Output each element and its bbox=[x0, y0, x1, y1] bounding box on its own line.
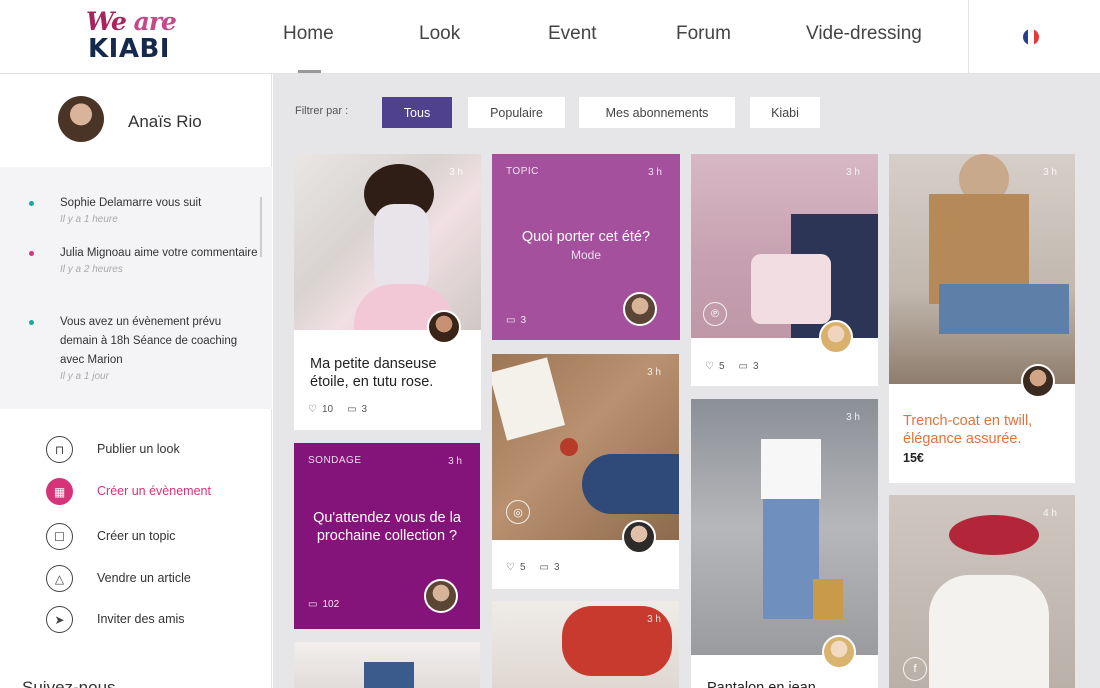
profile-block[interactable]: Anaïs Rio bbox=[0, 74, 272, 167]
look-card-jeans-bottom[interactable] bbox=[294, 642, 480, 688]
send-icon: ➤ bbox=[46, 606, 73, 633]
look-card-scarf[interactable]: 3 h bbox=[492, 601, 679, 688]
comment-button[interactable]: ▭ 3 bbox=[739, 361, 759, 372]
notifications-scrollbar[interactable] bbox=[260, 197, 262, 257]
poll-card[interactable]: SONDAGE 3 h Qu'attendez vous de la proch… bbox=[294, 443, 480, 629]
product-caption: Trench-coat en twill, élégance assurée. bbox=[903, 413, 1033, 447]
topic-card[interactable]: TOPIC 3 h Quoi porter cet été? Mode ▭ 3 bbox=[492, 154, 680, 340]
top-header: We are KIABI Home Look Event Forum Vide-… bbox=[0, 0, 1100, 74]
author-avatar[interactable] bbox=[819, 320, 853, 354]
look-card-danseuse[interactable]: 3 h Ma petite danseuse étoile, en tutu r… bbox=[294, 154, 481, 430]
avatar[interactable] bbox=[58, 96, 104, 142]
look-caption: Pantalon en jean bbox=[707, 680, 816, 688]
nav-event[interactable]: Event bbox=[548, 22, 597, 46]
look-card-book[interactable]: 3 h ◎ ♡ 5 ▭ 3 bbox=[492, 354, 679, 589]
divider bbox=[968, 0, 969, 74]
product-price: 15€ bbox=[903, 451, 924, 465]
feed-area: Filtrer par : Tous Populaire Mes abonnem… bbox=[273, 74, 1100, 688]
author-avatar[interactable] bbox=[1021, 364, 1055, 398]
facebook-icon: f bbox=[903, 657, 927, 681]
nav-look[interactable]: Look bbox=[419, 22, 460, 46]
profile-name[interactable]: Anaïs Rio bbox=[128, 112, 202, 132]
look-card-jeans[interactable]: 3 h Pantalon en jean bbox=[691, 399, 878, 688]
nav-vide-dressing[interactable]: Vide-dressing bbox=[806, 22, 922, 46]
notification-item[interactable]: Julia Mignoau aime votre commentaire Il … bbox=[29, 244, 260, 277]
comment-icon: ▭ bbox=[308, 599, 318, 610]
like-button[interactable]: ♡ 5 bbox=[506, 562, 526, 573]
nav-home[interactable]: Home bbox=[283, 22, 334, 46]
nav-active-indicator bbox=[298, 70, 321, 73]
comment-icon: ▭ bbox=[738, 361, 748, 372]
follow-us-heading: Suivez-nous bbox=[22, 678, 116, 688]
filter-chip-tous[interactable]: Tous bbox=[382, 97, 452, 128]
look-card-bag[interactable]: 3 h ℗ ♡ 5 ▭ 3 bbox=[691, 154, 878, 386]
product-photo[interactable] bbox=[889, 154, 1075, 384]
filter-chip-kiabi[interactable]: Kiabi bbox=[750, 97, 820, 128]
comment-button[interactable]: ▭ 3 bbox=[540, 562, 560, 573]
comment-icon: ▭ bbox=[506, 315, 516, 326]
author-avatar[interactable] bbox=[424, 579, 458, 613]
sidebar: Anaïs Rio Sophie Delamarre vous suit Il … bbox=[0, 74, 272, 688]
author-avatar[interactable] bbox=[623, 292, 657, 326]
look-photo[interactable] bbox=[691, 399, 878, 655]
unread-dot-icon bbox=[29, 201, 34, 206]
filter-chip-populaire[interactable]: Populaire bbox=[468, 97, 565, 128]
like-button[interactable]: ♡ 10 bbox=[308, 404, 333, 415]
tag-icon: △ bbox=[46, 565, 73, 592]
heart-icon: ♡ bbox=[506, 562, 515, 573]
like-button[interactable]: ♡ 5 bbox=[705, 361, 725, 372]
fr-flag-icon[interactable] bbox=[1023, 29, 1039, 45]
chat-icon: ☐ bbox=[46, 523, 73, 550]
nav-forum[interactable]: Forum bbox=[676, 22, 731, 46]
heart-icon: ♡ bbox=[705, 361, 714, 372]
look-card-hat[interactable]: 4 h f bbox=[889, 495, 1075, 688]
filter-chip-abonnements[interactable]: Mes abonnements bbox=[579, 97, 735, 128]
comment-button[interactable]: ▭ 3 bbox=[347, 404, 367, 415]
product-card-trench[interactable]: 3 h Trench-coat en twill, élégance assur… bbox=[889, 154, 1075, 483]
comment-button[interactable]: ▭ 102 bbox=[308, 599, 339, 610]
comment-icon: ▭ bbox=[347, 404, 357, 415]
filter-label: Filtrer par : bbox=[295, 105, 349, 117]
author-avatar[interactable] bbox=[822, 635, 856, 669]
topic-category: Mode bbox=[570, 248, 602, 262]
hanger-icon: ⊓ bbox=[46, 436, 73, 463]
unread-dot-icon bbox=[29, 320, 34, 325]
notification-item[interactable]: Vous avez un évènement prévu demain à 18… bbox=[29, 313, 260, 384]
calendar-icon: ▦ bbox=[46, 478, 73, 505]
pinterest-icon: ℗ bbox=[703, 302, 727, 326]
we-are-kiabi-logo[interactable]: We are KIABI bbox=[86, 8, 186, 64]
instagram-icon: ◎ bbox=[506, 500, 530, 524]
comment-button[interactable]: ▭ 3 bbox=[506, 315, 526, 326]
look-caption: Ma petite danseuse étoile, en tutu rose. bbox=[310, 356, 437, 390]
author-avatar[interactable] bbox=[427, 310, 461, 344]
unread-dot-icon bbox=[29, 251, 34, 256]
heart-icon: ♡ bbox=[308, 404, 317, 415]
notifications-panel: Sophie Delamarre vous suit Il y a 1 heur… bbox=[0, 167, 272, 409]
look-photo[interactable] bbox=[294, 154, 481, 330]
notification-item[interactable]: Sophie Delamarre vous suit Il y a 1 heur… bbox=[29, 194, 260, 227]
comment-icon: ▭ bbox=[539, 562, 549, 573]
poll-title: Qu'attendez vous de la prochaine collect… bbox=[313, 510, 461, 544]
author-avatar[interactable] bbox=[622, 520, 656, 554]
topic-title: Quoi porter cet été? bbox=[521, 229, 651, 245]
